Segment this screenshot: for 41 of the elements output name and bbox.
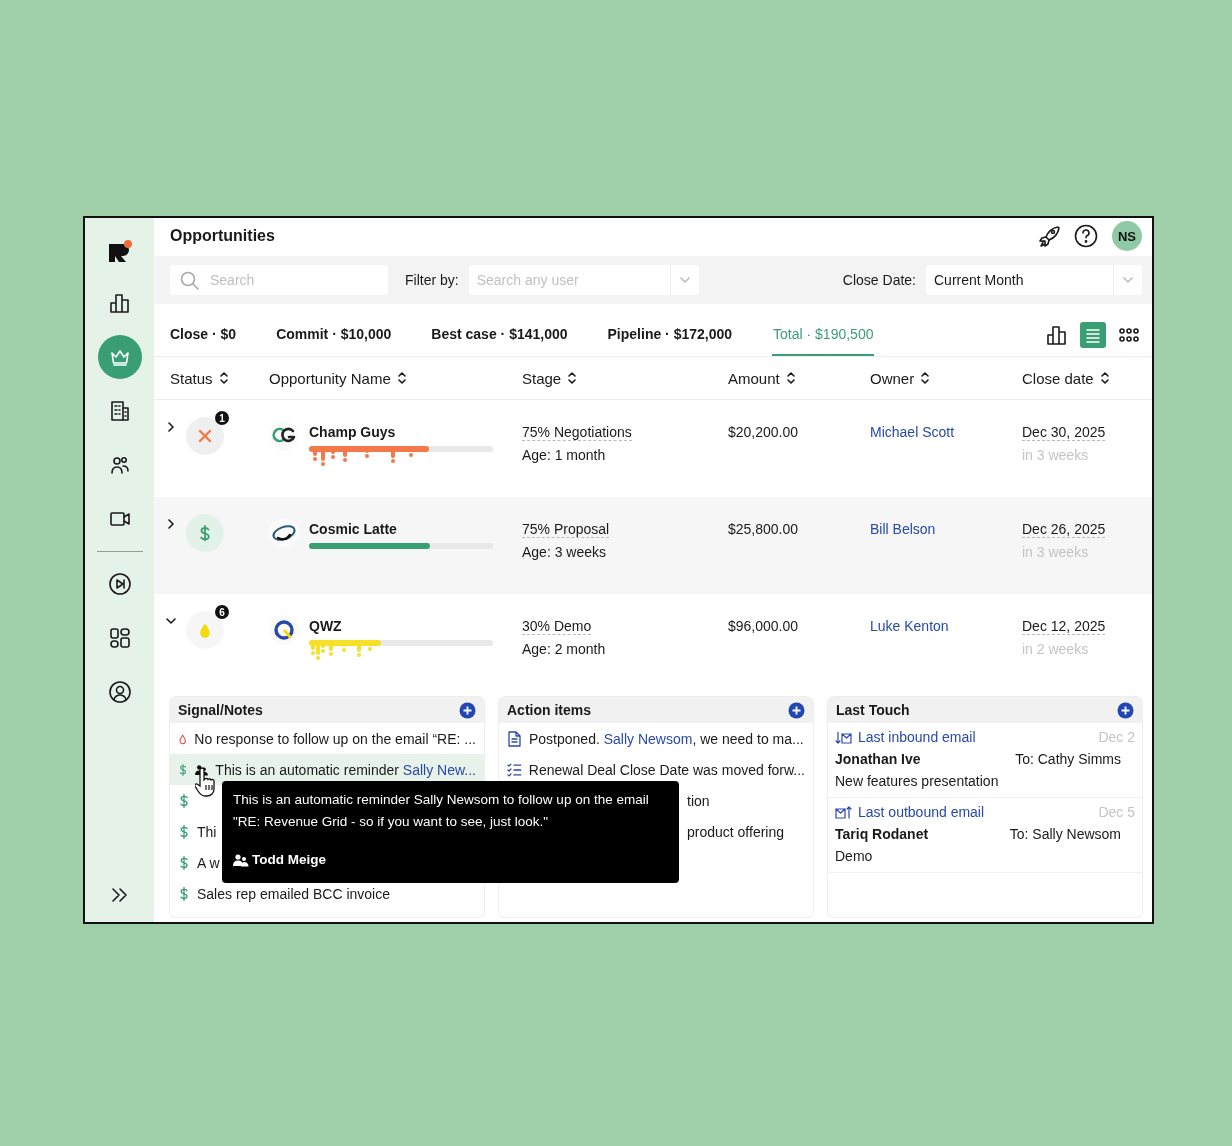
age-label: Age: 2 month bbox=[522, 641, 606, 657]
email-subject: Demo bbox=[835, 848, 873, 864]
note-text: Renewal Deal Close Date was moved forw... bbox=[528, 761, 805, 778]
email-subject: New features presentation bbox=[835, 773, 999, 789]
panel-title: Action items bbox=[507, 702, 591, 718]
relative-date: in 3 weeks bbox=[1022, 447, 1089, 463]
note-text: A w bbox=[197, 854, 220, 871]
note-text: This is an automatic reminder Sally New... bbox=[215, 761, 476, 778]
amount: $20,200.00 bbox=[728, 424, 799, 440]
recipient: To: Cathy Simms bbox=[1015, 751, 1121, 767]
close-date: Dec 30, 2025 bbox=[1022, 424, 1106, 441]
panel-title: Last Touch bbox=[836, 702, 910, 718]
note-text: tion bbox=[687, 792, 710, 809]
page-title: Opportunities bbox=[170, 227, 276, 245]
note-text: product offering bbox=[687, 823, 785, 840]
relative-date: in 2 weeks bbox=[1022, 641, 1089, 657]
stage-label: 30% Demo bbox=[522, 618, 592, 635]
note-text: Sales rep emailed BCC invoice bbox=[197, 885, 390, 902]
age-label: Age: 1 month bbox=[522, 447, 606, 463]
sender-name: Jonathan Ive bbox=[835, 751, 921, 767]
tooltip-text: This is an automatic reminder Sally Newsom to follow up on the email "RE: Revenue Grid - so if you want to see, just look." bbox=[233, 791, 650, 831]
email-date: Dec 5 bbox=[1098, 804, 1135, 820]
close-date: Dec 12, 2025 bbox=[1022, 618, 1106, 635]
filter-label: Filter by: bbox=[405, 272, 459, 288]
recipient: To: Sally Newsom bbox=[1009, 826, 1121, 842]
stage-label: 75% Negotiations bbox=[522, 424, 632, 441]
count-badge: 1 bbox=[215, 411, 229, 425]
stage-label: 75% Proposal bbox=[522, 521, 610, 538]
amount: $96,000.00 bbox=[728, 618, 799, 634]
count-badge: 6 bbox=[215, 605, 229, 619]
note-text: Thi bbox=[197, 823, 217, 840]
close-date-label: Close Date: bbox=[842, 272, 916, 288]
age-label: Age: 3 weeks bbox=[522, 544, 607, 560]
amount: $25,800.00 bbox=[728, 521, 799, 537]
email-date: Dec 2 bbox=[1098, 729, 1135, 745]
panel-title: Signal/Notes bbox=[178, 702, 263, 718]
note-text: No response to follow up on the email “RE: ... bbox=[194, 730, 476, 747]
note-text: Postponed. Sally Newsom, we need to ma... bbox=[529, 730, 804, 747]
sender-name: Tariq Rodanet bbox=[835, 826, 929, 842]
author-name: Todd Meige bbox=[252, 851, 326, 869]
close-date: Dec 26, 2025 bbox=[1022, 521, 1106, 538]
